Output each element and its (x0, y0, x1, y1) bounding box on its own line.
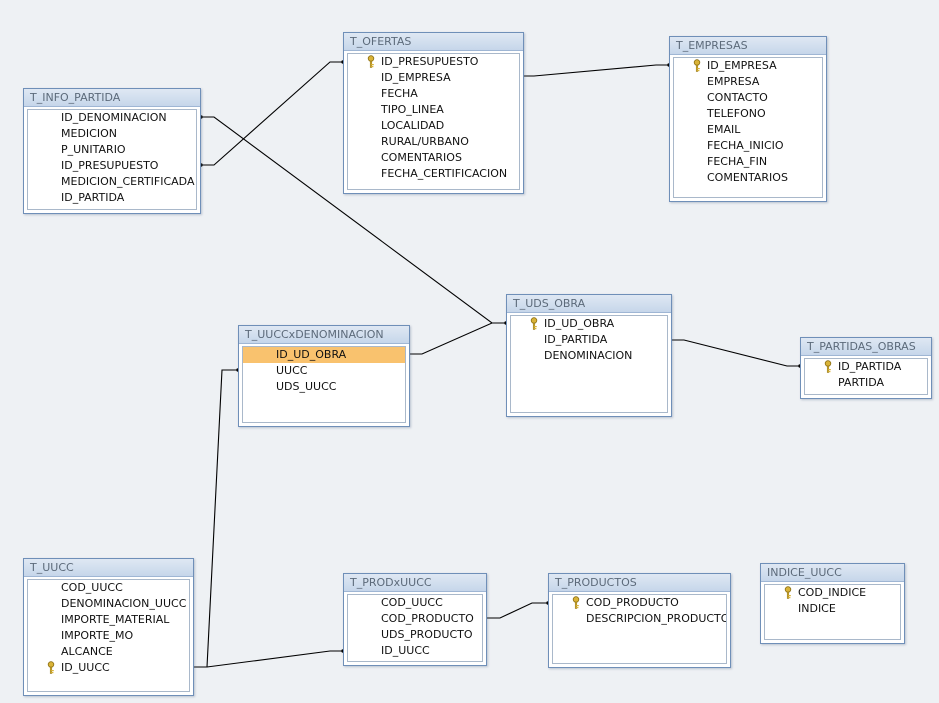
field-id-partida[interactable]: ID_PARTIDA (805, 359, 927, 375)
field-partida[interactable]: PARTIDA (805, 375, 927, 391)
field-medicion[interactable]: MEDICION (28, 126, 196, 142)
field-cod-indice[interactable]: COD_INDICE (765, 585, 900, 601)
table-title[interactable]: T_PRODxUUCC (344, 574, 486, 592)
field-id-uucc[interactable]: ID_UUCC (348, 643, 482, 659)
relationship-line-id-uucc (192, 650, 343, 668)
key-icon (367, 55, 375, 68)
table-ofertas[interactable]: T_OFERTAS ID_PRESUPUESTO ID_EMPRESA FECH… (343, 32, 524, 194)
field-list[interactable]: ID_PRESUPUESTO ID_EMPRESA FECHA TIPO_LIN… (347, 53, 520, 190)
field-p-unitario[interactable]: P_UNITARIO (28, 142, 196, 158)
field-label: ID_EMPRESA (707, 59, 777, 72)
field-label: ID_UD_OBRA (544, 317, 615, 330)
field-uucc[interactable]: UUCC (243, 363, 405, 379)
field-tipo-linea[interactable]: TIPO_LINEA (348, 102, 519, 118)
field-medicion-certificada[interactable]: MEDICION_CERTIFICADA (28, 174, 196, 190)
field-fecha-fin[interactable]: FECHA_FIN (674, 154, 822, 170)
table-productos[interactable]: T_PRODUCTOS COD_PRODUCTO DESCRIPCION_PRO… (548, 573, 731, 668)
field-label: ID_PARTIDA (838, 360, 902, 373)
table-title[interactable]: T_OFERTAS (344, 33, 523, 51)
field-comentarios[interactable]: COMENTARIOS (348, 150, 519, 166)
key-icon (824, 360, 832, 373)
table-title[interactable]: T_UDS_OBRA (507, 295, 671, 313)
table-title[interactable]: INDICE_UUCC (761, 564, 904, 582)
relationship-line-empresa (522, 64, 669, 77)
table-prodxuucc[interactable]: T_PRODxUUCC COD_UUCC COD_PRODUCTO UDS_PR… (343, 573, 487, 666)
field-cod-uucc[interactable]: COD_UUCC (28, 580, 189, 596)
field-indice[interactable]: INDICE (765, 601, 900, 617)
field-id-uucc[interactable]: ID_UUCC (28, 660, 189, 676)
table-empresas[interactable]: T_EMPRESAS ID_EMPRESA EMPRESA CONTACTO T… (669, 36, 827, 202)
field-cod-producto[interactable]: COD_PRODUCTO (348, 611, 482, 627)
field-fecha-inicio[interactable]: FECHA_INICIO (674, 138, 822, 154)
relationships-canvas: T_INFO_PARTIDA ID_DENOMINACION MEDICION … (0, 0, 939, 703)
relationship-line-presupuesto (201, 61, 343, 166)
field-list[interactable]: ID_UD_OBRA ID_PARTIDA DENOMINACION (510, 315, 668, 413)
field-id-ud-obra[interactable]: ID_UD_OBRA (511, 316, 667, 332)
key-icon (693, 59, 701, 72)
field-list[interactable]: COD_PRODUCTO DESCRIPCION_PRODUCTO (552, 594, 727, 664)
key-icon (572, 596, 580, 609)
field-label: ID_PRESUPUESTO (381, 55, 479, 68)
field-list[interactable]: ID_DENOMINACION MEDICION P_UNITARIO ID_P… (27, 109, 197, 210)
field-denominacion[interactable]: DENOMINACION (511, 348, 667, 364)
field-importe-mo[interactable]: IMPORTE_MO (28, 628, 189, 644)
field-list[interactable]: COD_UUCC COD_PRODUCTO UDS_PRODUCTO ID_UU… (347, 594, 483, 662)
field-uds-uucc[interactable]: UDS_UUCC (243, 379, 405, 395)
table-title[interactable]: T_UUCCxDENOMINACION (239, 326, 409, 344)
field-id-denominacion[interactable]: ID_DENOMINACION (28, 110, 196, 126)
table-uuccxdenominacion[interactable]: T_UUCCxDENOMINACION ID_UD_OBRA UUCC UDS_… (238, 325, 410, 427)
field-label: COD_INDICE (798, 586, 867, 599)
table-uds-obra[interactable]: T_UDS_OBRA ID_UD_OBRA ID_PARTIDA DENOMIN… (506, 294, 672, 417)
field-id-empresa[interactable]: ID_EMPRESA (348, 70, 519, 86)
table-title[interactable]: T_EMPRESAS (670, 37, 826, 55)
field-list[interactable]: ID_UD_OBRA UUCC UDS_UUCC (242, 346, 406, 423)
field-descripcion-producto[interactable]: DESCRIPCION_PRODUCTO (553, 611, 726, 627)
field-id-presupuesto[interactable]: ID_PRESUPUESTO (348, 54, 519, 70)
relationship-line-partida (670, 339, 800, 367)
field-email[interactable]: EMAIL (674, 122, 822, 138)
field-contacto[interactable]: CONTACTO (674, 90, 822, 106)
key-icon (47, 661, 55, 674)
table-title[interactable]: T_PRODUCTOS (549, 574, 730, 592)
field-empresa[interactable]: EMPRESA (674, 74, 822, 90)
field-cod-uucc[interactable]: COD_UUCC (348, 595, 482, 611)
field-rural-urbano[interactable]: RURAL/URBANO (348, 134, 519, 150)
field-alcance[interactable]: ALCANCE (28, 644, 189, 660)
field-list[interactable]: COD_INDICE INDICE (764, 584, 901, 640)
field-label: ID_UUCC (61, 661, 110, 674)
field-importe-material[interactable]: IMPORTE_MATERIAL (28, 612, 189, 628)
field-id-ud-obra-selected[interactable]: ID_UD_OBRA (243, 347, 405, 363)
field-fecha-certificacion[interactable]: FECHA_CERTIFICACION (348, 166, 519, 182)
table-title[interactable]: T_INFO_PARTIDA (24, 89, 200, 107)
key-icon (530, 317, 538, 330)
field-id-empresa[interactable]: ID_EMPRESA (674, 58, 822, 74)
table-title[interactable]: T_UUCC (24, 559, 193, 577)
table-info-partida[interactable]: T_INFO_PARTIDA ID_DENOMINACION MEDICION … (23, 88, 201, 214)
field-list[interactable]: ID_PARTIDA PARTIDA (804, 358, 928, 395)
field-uds-producto[interactable]: UDS_PRODUCTO (348, 627, 482, 643)
table-partidas-obras[interactable]: T_PARTIDAS_OBRAS ID_PARTIDA PARTIDA (800, 337, 932, 399)
table-title[interactable]: T_PARTIDAS_OBRAS (801, 338, 931, 356)
field-id-presupuesto[interactable]: ID_PRESUPUESTO (28, 158, 196, 174)
field-comentarios[interactable]: COMENTARIOS (674, 170, 822, 186)
field-id-partida[interactable]: ID_PARTIDA (28, 190, 196, 206)
field-telefono[interactable]: TELEFONO (674, 106, 822, 122)
field-label: COD_PRODUCTO (586, 596, 679, 609)
field-list[interactable]: ID_EMPRESA EMPRESA CONTACTO TELEFONO EMA… (673, 57, 823, 198)
field-localidad[interactable]: LOCALIDAD (348, 118, 519, 134)
field-id-partida[interactable]: ID_PARTIDA (511, 332, 667, 348)
relationship-line-ud-obra (408, 322, 506, 355)
field-cod-producto[interactable]: COD_PRODUCTO (553, 595, 726, 611)
field-fecha[interactable]: FECHA (348, 86, 519, 102)
field-denominacion-uucc[interactable]: DENOMINACION_UUCC (28, 596, 189, 612)
table-indice-uucc[interactable]: INDICE_UUCC COD_INDICE INDICE (760, 563, 905, 644)
field-list[interactable]: COD_UUCC DENOMINACION_UUCC IMPORTE_MATER… (27, 579, 190, 692)
relationship-line-uucc (192, 369, 238, 668)
key-icon (784, 586, 792, 599)
relationship-line-producto (485, 602, 548, 619)
table-uucc[interactable]: T_UUCC COD_UUCC DENOMINACION_UUCC IMPORT… (23, 558, 194, 696)
